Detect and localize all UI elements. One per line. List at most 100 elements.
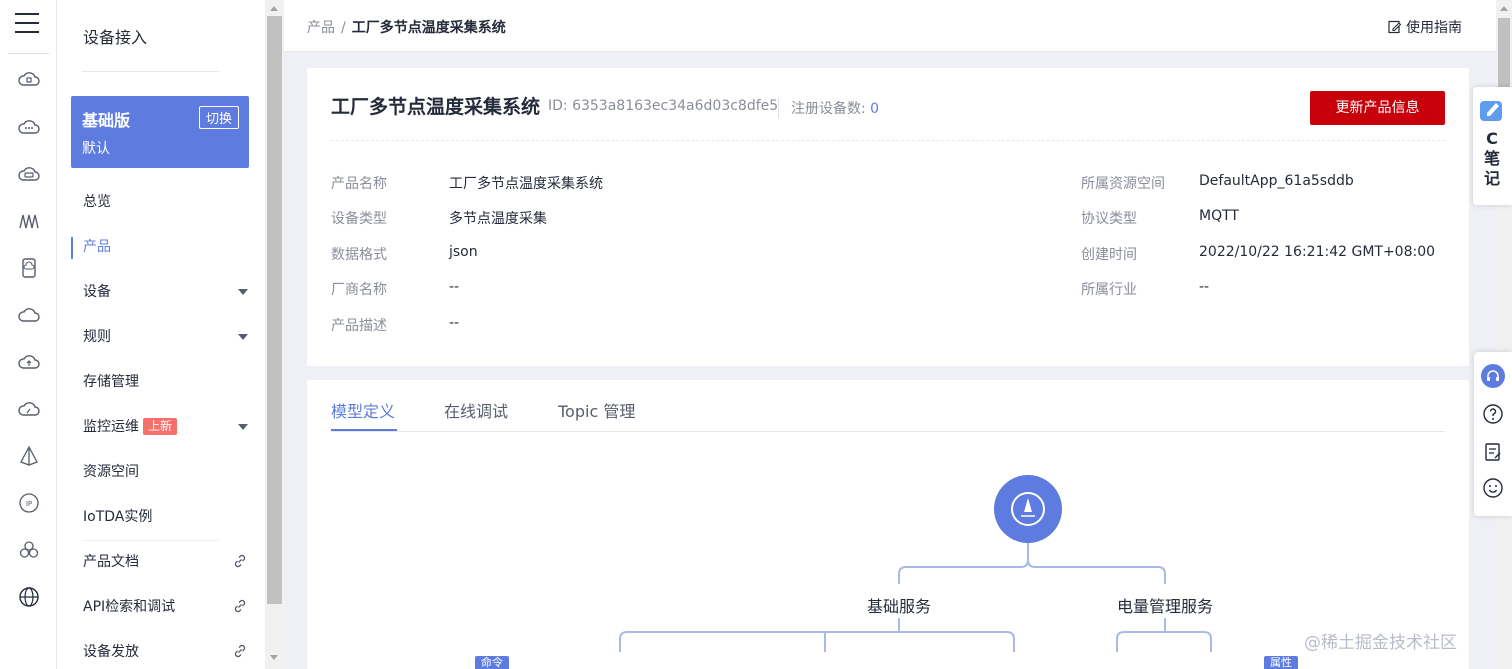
sidebar-item-device[interactable]: 设备 bbox=[83, 281, 248, 303]
sidebar-item-product-docs[interactable]: 产品文档 bbox=[83, 551, 248, 573]
sidebar-item-product[interactable]: 产品 bbox=[83, 236, 248, 258]
menu-icon[interactable] bbox=[15, 13, 39, 35]
field-value: -- bbox=[1199, 279, 1210, 295]
sidebar-divider bbox=[83, 540, 219, 541]
device-count-value[interactable]: 0 bbox=[870, 101, 879, 117]
help-icon[interactable] bbox=[1481, 402, 1505, 426]
sidebar-item-api-explorer[interactable]: API检索和调试 bbox=[83, 596, 248, 618]
cloud-icon[interactable] bbox=[17, 303, 41, 327]
headset-icon[interactable] bbox=[1481, 364, 1505, 388]
scroll-down-icon[interactable] bbox=[270, 655, 278, 660]
edit-note-icon bbox=[1388, 20, 1402, 34]
product-info-card: 工厂多节点温度采集系统 ID: 6353a8163ec34a6d03c8dfe5… bbox=[307, 68, 1469, 366]
sidebar-item-device-provisioning[interactable]: 设备发放 bbox=[83, 641, 248, 663]
service-node-basic[interactable]: 基础服务 bbox=[867, 593, 931, 617]
device-count: 注册设备数: 0 bbox=[778, 98, 879, 118]
field-label: 所属行业 bbox=[1081, 282, 1137, 298]
feedback-icon[interactable] bbox=[1481, 440, 1505, 464]
cloud-upload-icon[interactable] bbox=[17, 350, 41, 374]
sidebar-item-label: 设备发放 bbox=[83, 644, 139, 660]
field-label: 创建时间 bbox=[1081, 247, 1137, 263]
field-label: 所属资源空间 bbox=[1081, 176, 1165, 192]
c-note-widget[interactable]: C笔记 bbox=[1473, 87, 1512, 205]
scroll-thumb[interactable] bbox=[267, 16, 282, 604]
sidebar-title: 设备接入 bbox=[83, 28, 148, 47]
external-link-icon bbox=[234, 644, 246, 658]
ip-icon[interactable]: IP bbox=[17, 491, 41, 515]
globe-icon[interactable] bbox=[17, 585, 41, 609]
cloud-chip-icon[interactable] bbox=[17, 68, 41, 92]
scroll-up-icon[interactable] bbox=[1500, 6, 1508, 11]
sidebar-item-rules[interactable]: 规则 bbox=[83, 326, 248, 348]
sidebar-item-label: 规则 bbox=[83, 329, 111, 345]
field-value: -- bbox=[449, 315, 460, 331]
device-count-label: 注册设备数: bbox=[791, 101, 866, 117]
update-product-button[interactable]: 更新产品信息 bbox=[1310, 91, 1445, 125]
sidebar-item-label: IoTDA实例 bbox=[83, 509, 153, 525]
smiley-icon[interactable] bbox=[1481, 476, 1505, 500]
sidebar-item-label: 产品 bbox=[83, 239, 111, 255]
edition-switch-button[interactable]: 切换 bbox=[198, 106, 239, 129]
waves-icon[interactable] bbox=[17, 209, 41, 233]
edition-sub: 默认 bbox=[82, 141, 110, 157]
sidebar-item-iotda-instance[interactable]: IoTDA实例 bbox=[83, 506, 248, 528]
watermark: @稀土掘金技术社区 bbox=[1304, 633, 1457, 653]
field-value: -- bbox=[449, 279, 460, 295]
caret-down-icon bbox=[238, 424, 248, 430]
active-indicator bbox=[71, 237, 73, 259]
pyramid-icon[interactable] bbox=[17, 444, 41, 468]
sidebar-item-storage[interactable]: 存储管理 bbox=[83, 371, 248, 393]
sidebar-item-label: 资源空间 bbox=[83, 464, 139, 480]
sidebar-item-resource-space[interactable]: 资源空间 bbox=[83, 461, 248, 483]
cloud-dots-icon[interactable] bbox=[17, 115, 41, 139]
field-value: 多节点温度采集 bbox=[449, 211, 547, 227]
sidebar-item-label: 产品文档 bbox=[83, 554, 139, 570]
sidebar-item-overview[interactable]: 总览 bbox=[83, 191, 248, 213]
svg-text:IP: IP bbox=[26, 500, 32, 508]
cluster-icon[interactable] bbox=[17, 538, 41, 562]
new-badge: 上新 bbox=[143, 418, 178, 435]
external-link-icon bbox=[234, 554, 246, 568]
model-card: 模型定义 在线调试 Topic 管理 基础服务 电量管理服务 命令 属性 bbox=[307, 380, 1469, 669]
caret-down-icon bbox=[238, 334, 248, 340]
service-node-power[interactable]: 电量管理服务 bbox=[1117, 593, 1213, 617]
breadcrumb-current: 工厂多节点温度采集系统 bbox=[351, 20, 506, 36]
scroll-up-icon[interactable] bbox=[270, 6, 278, 11]
edition-card[interactable]: 基础版 默认 切换 bbox=[71, 96, 249, 168]
field-label: 设备类型 bbox=[331, 211, 387, 227]
phone-cloud-icon[interactable] bbox=[17, 256, 41, 280]
user-guide-link[interactable]: 使用指南 bbox=[1388, 17, 1462, 37]
external-link-icon bbox=[234, 599, 246, 613]
breadcrumb-parent[interactable]: 产品 bbox=[307, 20, 335, 36]
note-logo-icon bbox=[1480, 101, 1502, 121]
field-value: 2022/10/22 16:21:42 GMT+08:00 bbox=[1199, 244, 1436, 260]
caret-down-icon bbox=[238, 289, 248, 295]
card-divider bbox=[331, 140, 1445, 141]
sidebar-item-label: API检索和调试 bbox=[83, 599, 176, 615]
cloud-server-icon[interactable] bbox=[17, 162, 41, 186]
sidebar-scrollbar[interactable] bbox=[265, 0, 284, 669]
sidebar-item-monitor[interactable]: 监控运维 上新 bbox=[83, 416, 248, 438]
field-label: 厂商名称 bbox=[331, 282, 387, 298]
header-bar: 产品 / 工厂多节点温度采集系统 使用指南 bbox=[284, 0, 1496, 52]
field-label: 数据格式 bbox=[331, 247, 387, 263]
user-guide-label: 使用指南 bbox=[1406, 20, 1462, 36]
product-id: ID: 6353a8163ec34a6d03c8dfe5 bbox=[548, 98, 779, 114]
breadcrumb-separator: / bbox=[341, 20, 346, 36]
model-tree bbox=[619, 475, 1212, 652]
field-value: MQTT bbox=[1199, 208, 1239, 224]
command-tag: 命令 bbox=[475, 656, 509, 669]
sidebar-item-label: 总览 bbox=[83, 194, 111, 210]
icon-rail: IP bbox=[0, 0, 57, 669]
edition-name: 基础版 bbox=[82, 111, 131, 130]
root-node-icon bbox=[994, 475, 1062, 543]
floating-toolbar bbox=[1474, 352, 1512, 516]
sidebar-item-label: 设备 bbox=[83, 284, 111, 300]
field-label: 协议类型 bbox=[1081, 211, 1137, 227]
sidebar-title-divider bbox=[82, 71, 219, 72]
cloud-gauge-icon[interactable] bbox=[17, 397, 41, 421]
c-note-label: C笔记 bbox=[1483, 129, 1500, 188]
field-value: json bbox=[449, 244, 478, 260]
sidebar: 设备接入 基础版 默认 切换 总览 产品 设备 规则 存储管理 监控运维 上新 资… bbox=[57, 0, 265, 669]
field-value: 工厂多节点温度采集系统 bbox=[449, 176, 603, 192]
